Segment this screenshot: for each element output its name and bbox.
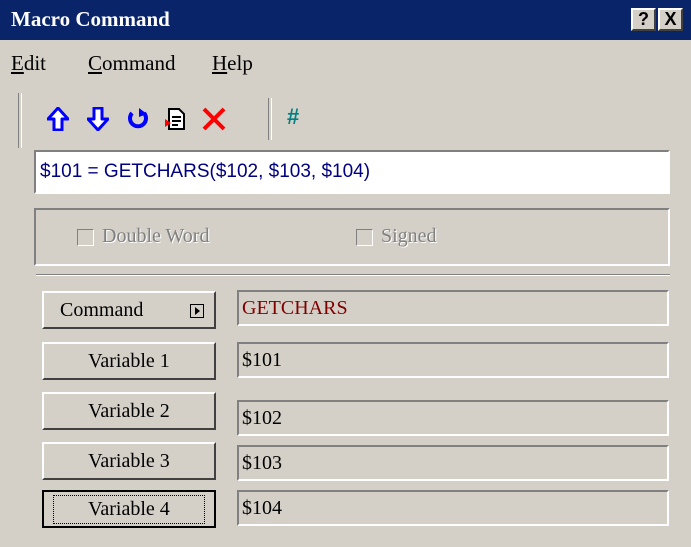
close-button[interactable]: X (658, 8, 683, 31)
hash-button[interactable]: # (287, 104, 299, 130)
title-bar: Macro Command ? X (0, 0, 691, 40)
menu-edit[interactable]: Edit (11, 51, 46, 76)
expression-field[interactable]: $101 = GETCHARS($102, $103, $104) (34, 150, 670, 194)
help-button[interactable]: ? (631, 8, 656, 31)
menu-edit-rest: dit (23, 51, 46, 75)
variable-4-field[interactable]: $104 (237, 490, 669, 526)
variable-1-label: Variable 1 (88, 349, 170, 372)
variable-3-button[interactable]: Variable 3 (42, 442, 216, 480)
undo-icon[interactable] (122, 103, 154, 135)
double-word-label: Double Word (102, 225, 210, 247)
command-button[interactable]: Command (42, 291, 216, 329)
double-word-checkbox[interactable] (77, 229, 94, 246)
command-button-label: Command (60, 298, 144, 321)
delete-icon[interactable] (198, 103, 230, 135)
variable-1-button[interactable]: Variable 1 (42, 342, 216, 380)
arrow-down-icon[interactable] (82, 103, 114, 135)
menu-help[interactable]: Help (212, 51, 253, 76)
menu-command[interactable]: Command (88, 51, 176, 76)
arrow-up-icon[interactable] (42, 103, 74, 135)
variable-2-field[interactable]: $102 (237, 400, 669, 436)
variable-1-field[interactable]: $101 (237, 342, 669, 378)
menu-bar: Edit Command Help (0, 40, 691, 85)
window-title: Macro Command (11, 7, 170, 31)
menu-help-accel: H (212, 51, 228, 75)
variable-2-button[interactable]: Variable 2 (42, 392, 216, 430)
command-field[interactable]: GETCHARS (237, 290, 669, 326)
menu-command-rest: ommand (102, 51, 176, 75)
signed-checkbox[interactable] (356, 229, 373, 246)
variable-4-button[interactable]: Variable 4 (42, 490, 216, 528)
variable-3-label: Variable 3 (88, 449, 170, 472)
chevron-right-icon[interactable] (190, 304, 204, 318)
variable-2-label: Variable 2 (88, 399, 170, 422)
variable-4-label: Variable 4 (53, 494, 205, 524)
signed-label: Signed (381, 225, 437, 247)
menu-help-rest: elp (227, 51, 253, 75)
toolbar-grip (18, 93, 22, 148)
document-icon[interactable] (160, 103, 192, 135)
menu-command-accel: C (88, 51, 103, 75)
toolbar-separator (268, 98, 272, 140)
variable-3-field[interactable]: $103 (237, 445, 669, 481)
menu-edit-accel: E (11, 51, 24, 75)
divider (36, 274, 670, 276)
